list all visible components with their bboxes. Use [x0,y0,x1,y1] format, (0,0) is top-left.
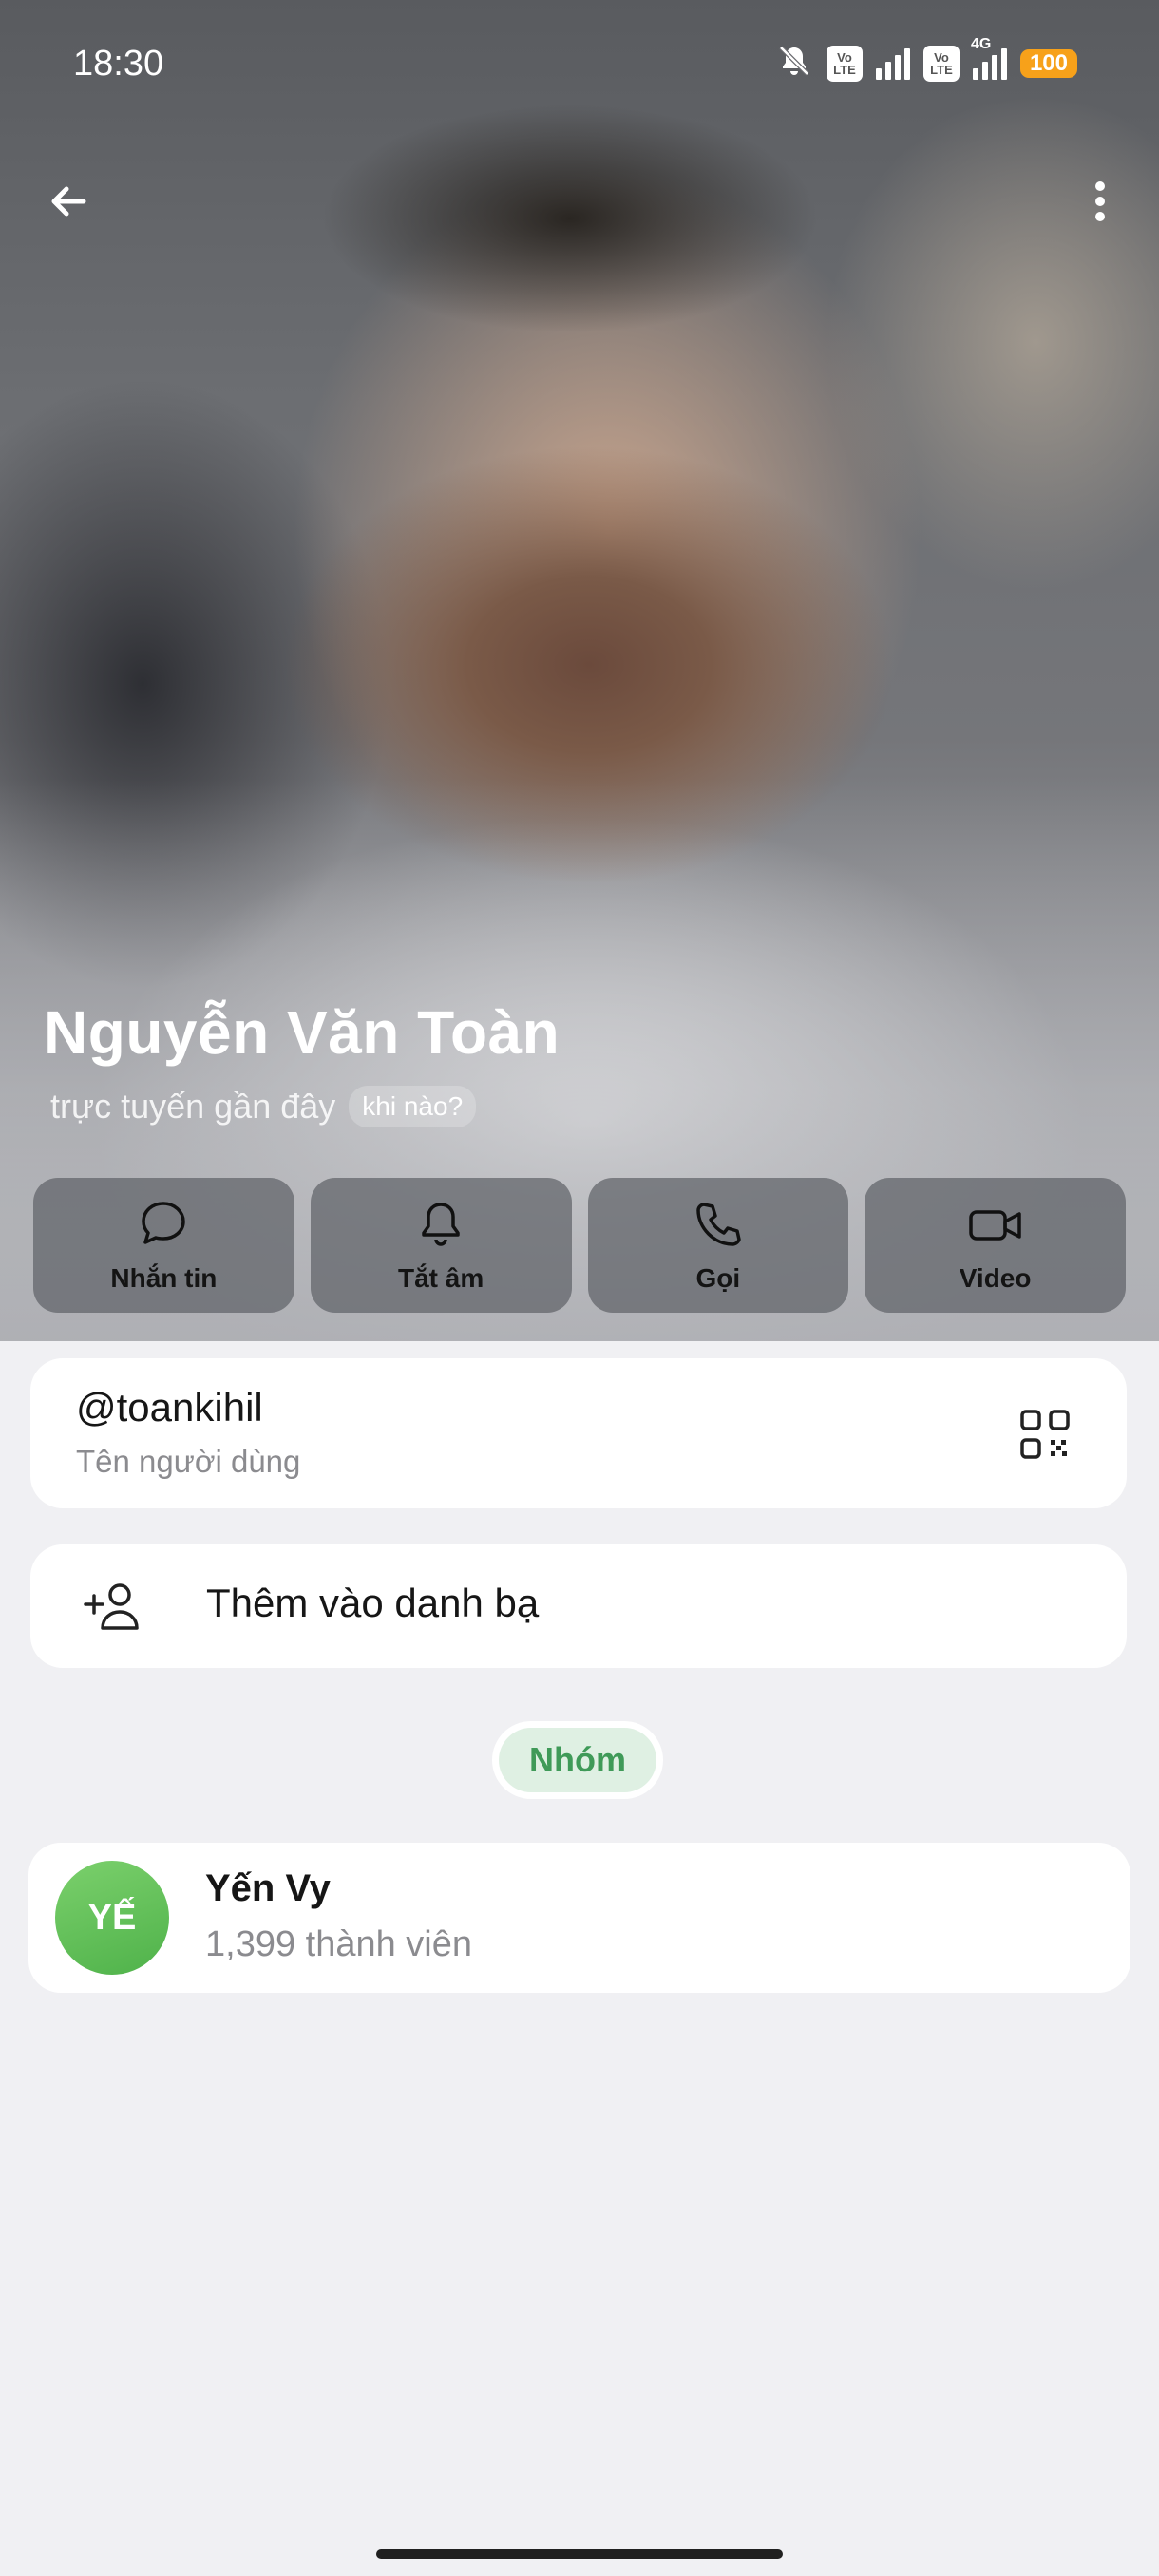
network-label: 4G [970,35,992,52]
status-icons: Vo LTE Vo LTE 4G 100 [775,36,1077,85]
message-icon [142,1202,186,1244]
back-button[interactable] [34,167,103,236]
last-seen-text: trực tuyến gần đây [50,1087,336,1126]
video-label: Video [959,1263,1032,1293]
volte-label-lte: LTE [833,62,856,77]
group-row[interactable]: YẾ Yến Vy 1,399 thành viên [28,1843,1130,1993]
more-vertical-icon [1095,181,1105,221]
signal-icon [875,47,910,80]
signal-4g-icon: 4G [971,36,1007,80]
mute-label: Tắt âm [398,1263,484,1293]
video-button[interactable]: Video [864,1178,1126,1313]
mute-icon [775,42,813,85]
username-card[interactable]: @toankihil Tên người dùng [30,1358,1127,1508]
battery-icon: 100 [1019,48,1077,78]
add-contact-row[interactable]: Thêm vào danh bạ [30,1544,1127,1668]
arrow-left-icon [51,186,86,217]
username-value: @toankihil [76,1385,263,1430]
add-contact-label: Thêm vào danh bạ [206,1581,540,1625]
message-label: Nhắn tin [110,1263,218,1293]
group-avatar: YẾ [55,1861,169,1975]
add-person-icon [78,1571,150,1643]
group-name: Yến Vy [205,1867,331,1909]
call-label: Gọi [695,1263,741,1293]
profile-photo[interactable] [0,0,1159,1341]
status-bar: 18:30 Vo LTE Vo LTE 4G 100 [0,0,1159,127]
volte-label-2: Vo [934,49,949,65]
qr-code-button[interactable] [1009,1398,1081,1470]
groups-section-label: Nhóm [499,1728,656,1792]
username-label: Tên người dùng [76,1444,301,1479]
action-buttons: Nhắn tin Tắt âm Gọi Video [33,1178,1126,1313]
video-icon [968,1210,1021,1241]
phone-icon [696,1203,741,1246]
mute-button[interactable]: Tắt âm [310,1178,572,1313]
groups-section-chip: Nhóm [492,1721,663,1799]
qr-code-icon [1020,1410,1070,1459]
volte-label-lte-2: LTE [930,62,953,77]
more-options-button[interactable] [1066,167,1134,236]
bell-icon [422,1203,460,1246]
volte-icon-2: Vo LTE [922,45,960,82]
home-indicator[interactable] [376,2549,783,2559]
when-chip[interactable]: khi nào? [349,1086,477,1127]
message-button[interactable]: Nhắn tin [33,1178,294,1313]
volte-icon: Vo LTE [826,45,863,82]
status-time: 18:30 [73,44,164,84]
call-button[interactable]: Gọi [587,1178,849,1313]
group-member-count: 1,399 thành viên [205,1924,473,1964]
last-seen-line: trực tuyến gần đây khi nào? [50,1086,477,1127]
profile-name: Nguyễn Văn Toàn [44,998,560,1067]
volte-label: Vo [837,49,852,65]
